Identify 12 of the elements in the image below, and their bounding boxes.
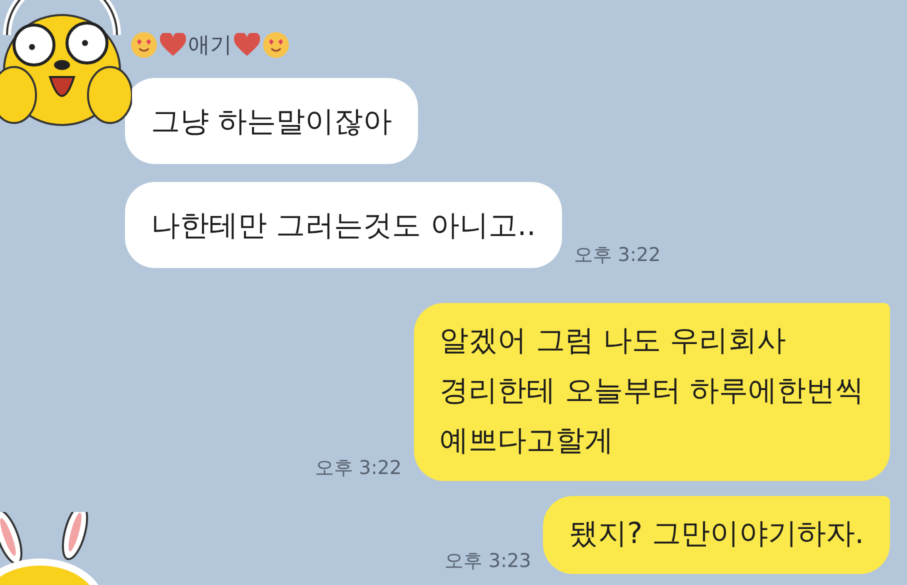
message-bubble: 그냥 하는말이잖아: [125, 78, 418, 164]
heart-eyes-emoji-icon: [130, 31, 158, 59]
message-time: 오후 3:23: [444, 549, 532, 574]
sender-name: 애기: [188, 32, 232, 60]
message-bubble: 알겠어 그럼 나도 우리회사 경리한테 오늘부터 하루에한번씩 예쁘다고할게: [414, 303, 890, 481]
message-time: 오후 3:22: [574, 243, 661, 268]
message-bubble: 나한테만 그러는것도 아니고..: [125, 182, 562, 268]
heart-eyes-emoji-icon: [262, 31, 290, 59]
message-bubble: 됐지? 그만이야기하자.: [543, 496, 890, 574]
heart-icon: [160, 33, 186, 57]
message-time: 오후 3:22: [314, 456, 402, 481]
heart-icon: [234, 33, 260, 57]
